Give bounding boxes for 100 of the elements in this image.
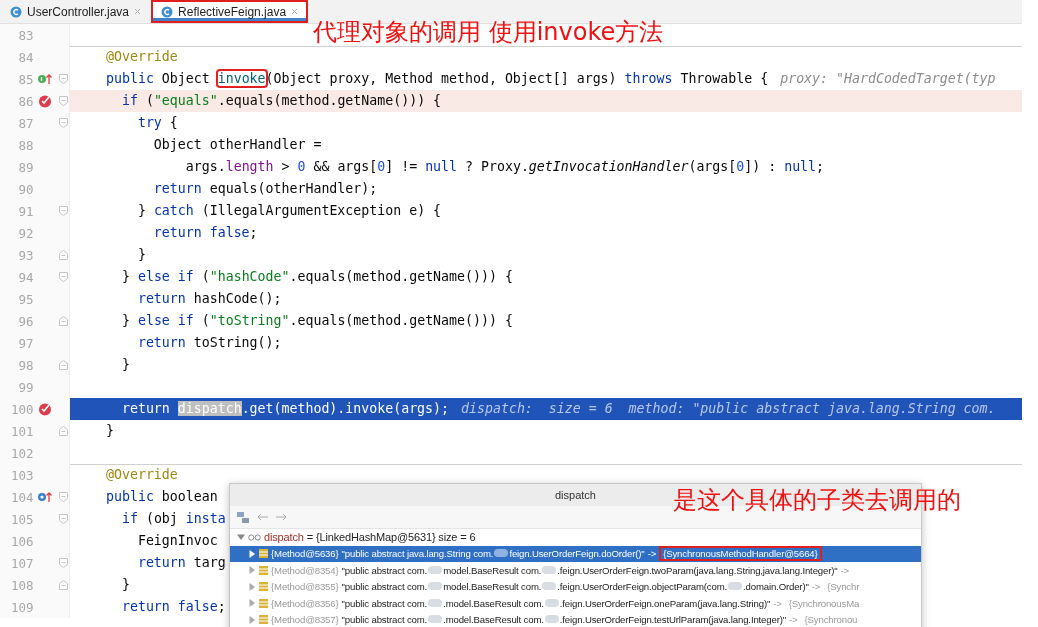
code-line: return dispatch.get(method).invoke(args); dispatch: size = 6 method: "public abstract java.lang.String com. (120, 400, 996, 418)
line-number: 93 (17, 247, 34, 263)
line-number: 107 (9, 555, 34, 571)
code-line: } (120, 576, 130, 594)
fold-icon[interactable] (58, 96, 68, 106)
code-line: } (136, 246, 146, 264)
map-entry-row[interactable]: {Method@8354} "public abstract com. model.BaseResult com. .feign.UserOrderFeign.twoParam(java.lang.String,java.lang.Integer)" -> (230, 562, 921, 579)
close-icon[interactable] (134, 8, 142, 15)
arrow-text: -> (773, 597, 782, 609)
line-number: 104 (9, 489, 34, 505)
variable-value: = {LinkedHashMap@5631} size = 6 (306, 531, 476, 544)
implementing-method-icon[interactable] (37, 73, 54, 85)
code-line: return hashCode(); (136, 290, 282, 308)
line-number: 105 (9, 511, 34, 527)
entry-method: "public abstract com. .model.BaseResult com. .feign.UserOrderFeign.testUrlParam(java.lang.Integer)" (341, 614, 786, 626)
list-icon (259, 565, 268, 575)
line-number: 109 (9, 599, 34, 615)
code-line: public boolean (106, 488, 218, 506)
code-line: return equals(otherHandler); (152, 180, 378, 198)
tab-label: ReflectiveFeign.java (178, 4, 287, 19)
line-number: 97 (17, 335, 34, 351)
line-number: 83 (17, 27, 34, 43)
code-line: args.length > 0 && args[0] != null ? Proxy.getInvocationHandler(args[0]) : null; (184, 158, 825, 176)
entry-method: "public abstract com. .model.BaseResult com. .feign.UserOrderFeign.oneParam(java.lang.String)" (341, 597, 771, 609)
line-number: 92 (17, 225, 34, 241)
tree-icon[interactable] (237, 511, 249, 523)
code-line: if (obj insta (120, 510, 226, 528)
entry-method: "public abstract com. model.BaseResult com. .feign.UserOrderFeign.objectParam(com. .domain.Order)" (341, 581, 809, 593)
line-number: 86 (17, 93, 34, 109)
overriding-method-icon[interactable] (37, 491, 54, 503)
entry-key: {Method@5636} (271, 548, 339, 560)
arrow-text: -> (840, 564, 850, 576)
fold-icon[interactable] (58, 316, 68, 326)
code-line: Object otherHandler = (152, 136, 322, 154)
entry-value: {Synchronou (803, 613, 859, 627)
back-arrow-icon[interactable] (257, 513, 268, 521)
line-number: 101 (9, 423, 34, 439)
code-line: } (106, 422, 114, 440)
code-line: } catch (IllegalArgumentException e) { (136, 202, 442, 220)
line-number: 95 (17, 291, 34, 307)
line-number: 85 (17, 71, 34, 87)
line-number: 88 (17, 137, 34, 153)
entry-value: {SynchronousMa (787, 596, 861, 611)
fold-icon[interactable] (58, 514, 68, 524)
file-tab[interactable]: UserController.java (0, 0, 152, 23)
fold-icon[interactable] (58, 580, 68, 590)
line-number: 96 (17, 313, 34, 329)
code-line: return targ (136, 554, 226, 572)
code-line: } else if ("toString".equals(method.getName())) { (120, 312, 513, 330)
entry-key: {Method@8355} (271, 581, 339, 593)
entry-key: {Method@8357} (271, 614, 339, 626)
line-number: 90 (17, 181, 34, 197)
line-number: 98 (17, 357, 34, 373)
line-number: 103 (9, 467, 34, 483)
map-entry-row[interactable]: {Method@8357} "public abstract com. .model.BaseResult com. .feign.UserOrderFeign.testUrlParam(java.lang.Integer)" -> {Synchronou (230, 611, 921, 627)
annotation-note: 是这个具体的子类去调用的 (673, 488, 961, 512)
line-number: 99 (17, 379, 34, 395)
fold-icon[interactable] (58, 492, 68, 502)
tab-label: UserController.java (27, 4, 130, 19)
fold-icon[interactable] (58, 426, 68, 436)
entry-method: "public abstract java.lang.String com. feign.UserOrderFeign.doOrder()" (341, 548, 645, 560)
map-entry-row[interactable]: {Method@8355} "public abstract com. model.BaseResult com. .feign.UserOrderFeign.objectParam(com. .domain.Order)" -> {Synchr (230, 578, 921, 595)
line-number: 87 (17, 115, 34, 131)
line-number: 102 (9, 445, 34, 461)
class-icon (10, 5, 22, 18)
fold-icon[interactable] (58, 558, 68, 568)
code-line: return false; (152, 224, 258, 242)
fold-icon[interactable] (58, 250, 68, 260)
breakpoint-icon[interactable] (38, 402, 53, 416)
fold-icon[interactable] (58, 272, 68, 282)
list-icon (259, 598, 268, 608)
fold-icon[interactable] (58, 74, 68, 84)
code-line: @Override (106, 48, 178, 66)
entry-method: "public abstract com. model.BaseResult com. .feign.UserOrderFeign.twoParam(java.lang.String,java.lang.Integer)" (341, 564, 838, 576)
fold-icon[interactable] (58, 206, 68, 216)
code-line: FeignInvoc (136, 532, 218, 550)
map-entry-row[interactable]: {Method@5636} "public abstract java.lang.String com. feign.UserOrderFeign.doOrder()" -> {SynchronousMethodHandler@5664} (230, 545, 921, 562)
fold-icon[interactable] (58, 118, 68, 128)
entry-value: {Synchr (826, 580, 861, 595)
map-entry-row[interactable]: {Method@8356} "public abstract com. .model.BaseResult com. .feign.UserOrderFeign.oneParam(java.lang.String)" -> {SynchronousMa (230, 595, 921, 612)
list-icon (259, 582, 268, 592)
fold-icon[interactable] (58, 360, 68, 370)
line-number: 91 (17, 203, 34, 219)
line-number: 94 (17, 269, 34, 285)
arrow-text: -> (811, 581, 821, 593)
entry-key: {Method@8356} (271, 597, 339, 609)
expanded-arrow-icon[interactable] (237, 533, 245, 542)
line-number: 84 (17, 49, 34, 65)
variable-name: dispatch (264, 531, 304, 544)
line-number: 106 (9, 533, 34, 549)
file-tab[interactable]: ReflectiveFeign.java (151, 0, 309, 23)
breakpoint-icon[interactable] (38, 94, 53, 108)
code-line: return toString(); (136, 334, 282, 352)
close-icon[interactable] (291, 8, 299, 15)
arrow-text: -> (789, 614, 798, 626)
line-number: 108 (9, 577, 34, 593)
code-line: } (120, 356, 130, 374)
forward-arrow-icon[interactable] (276, 513, 287, 521)
code-line: try { (136, 114, 178, 132)
entry-value: {SynchronousMethodHandler@5664} (659, 546, 822, 562)
